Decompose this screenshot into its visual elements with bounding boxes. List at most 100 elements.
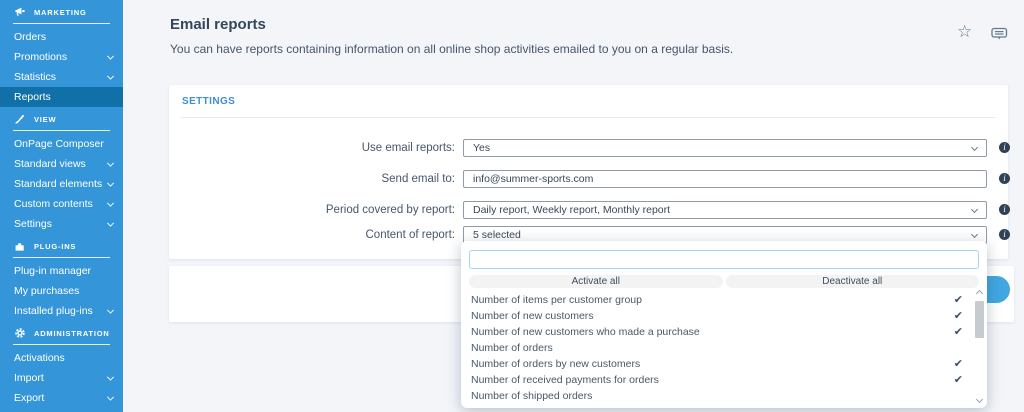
form-row: Send email to: [169,170,1010,188]
dropdown-option-label: Number of shipped orders [471,390,593,402]
form-row: Use email reports: Yes [169,139,1010,157]
sidebar-item-export[interactable]: Export [0,388,123,408]
sidebar-item-custom-contents[interactable]: Custom contents [0,194,123,214]
select-field-use-email-reports[interactable]: Yes [463,139,987,157]
paintbrush-icon [13,113,26,125]
sidebar-item-promotions[interactable]: Promotions [0,47,123,67]
dropdown-option[interactable]: Number of items per customer group ✔ [461,292,971,308]
select-value: Yes [473,142,491,154]
checkmark-icon: ✔ [953,310,963,322]
dropdown-option[interactable]: Number of orders by new customers ✔ [461,356,971,372]
main-content: Email reports You can have reports conta… [123,0,1024,412]
sidebar-item-label: Standard views [14,158,86,170]
sidebar-item-label: Installed plug-ins [14,305,93,317]
sidebar: MARKETING Orders Promotions Statistics Repo… [0,0,123,412]
page-title: Email reports [170,16,266,33]
sidebar-section-header: ADMINISTRATION [13,327,110,345]
checkmark-icon: ✔ [953,374,963,386]
chevron-down-icon [106,52,115,60]
chevron-down-icon [106,219,115,227]
field-label: Content of report: [365,229,456,241]
sidebar-item-label: Activations [14,352,65,364]
checkmark-icon: ✔ [953,358,963,370]
chevron-down-icon [106,72,115,80]
info-icon[interactable] [999,229,1010,240]
divider [181,117,996,118]
sidebar-item-label: Orders [14,31,47,43]
megaphone-icon [13,6,26,18]
settings-panel-title: SETTINGS [182,96,236,107]
sidebar-item-orders[interactable]: Orders [0,27,123,47]
scroll-up-icon[interactable] [975,289,984,298]
content-of-report-dropdown: Activate all Deactivate all Number of it… [461,241,987,408]
sidebar-item-label: Plug-in manager [14,265,92,277]
sidebar-section: VIEW OnPage Composer Standard views Standa… [0,113,123,234]
sidebar-item-onpage-composer[interactable]: OnPage Composer [0,134,123,154]
sidebar-item-label: Import [14,372,44,384]
puzzle-icon [13,240,26,252]
form-row: Period covered by report: Daily report, … [169,201,1010,219]
dropdown-option-label: Number of received payments for orders [471,374,659,386]
chevron-down-icon [106,373,115,381]
sidebar-item-activations[interactable]: Activations [0,348,123,368]
sidebar-item-import[interactable]: Import [0,368,123,388]
sidebar-item-label: Custom contents [14,198,93,210]
dropdown-option[interactable]: Number of orders [461,340,971,356]
sidebar-section-label: MARKETING [34,7,87,17]
sidebar-item-installed-plug-ins[interactable]: Installed plug-ins [0,301,123,321]
dropdown-option[interactable]: Number of new customers who made a purch… [461,324,971,340]
dropdown-option-label: Number of orders [471,342,553,354]
scroll-down-icon[interactable] [975,395,984,404]
sidebar-item-plug-in-manager[interactable]: Plug-in manager [0,261,123,281]
sidebar-item-label: Statistics [14,71,57,83]
dropdown-option[interactable]: Number of shipped orders [461,388,971,404]
email-field[interactable] [463,170,987,188]
sidebar-item-settings[interactable]: Settings [0,214,123,234]
chevron-down-icon [106,393,115,401]
select-value: Daily report, Weekly report, Monthly rep… [473,204,671,216]
chevron-down-icon [106,306,115,314]
favorite-star-icon[interactable]: ☆ [957,22,972,42]
sidebar-item-label: Export [14,392,45,404]
checkmark-icon: ✔ [953,294,963,306]
chevron-down-icon [970,143,979,152]
info-icon[interactable] [999,173,1010,184]
scrollbar-thumb[interactable] [975,301,984,338]
dropdown-option[interactable]: Number of new customers ✔ [461,308,971,324]
sidebar-section-label: VIEW [34,114,57,124]
sidebar-section: ADMINISTRATION Activations Import Export Pa… [0,327,123,412]
chevron-down-icon [106,199,115,207]
field-label: Period covered by report: [325,204,455,216]
sidebar-item-standard-elements[interactable]: Standard elements [0,174,123,194]
sidebar-item-label: Reports [14,91,51,103]
sidebar-item-statistics[interactable]: Statistics [0,67,123,87]
dropdown-option-label: Number of new customers who made a purch… [471,326,700,338]
sidebar-item-label: Standard elements [14,178,103,190]
sidebar-section-header: MARKETING [13,6,110,24]
sidebar-item-label: OnPage Composer [14,138,104,150]
settings-panel: SETTINGS Use email reports: Yes Send ema… [169,85,1010,259]
sidebar-item-reports[interactable]: Reports [0,87,123,107]
field-label: Send email to: [381,173,455,185]
dropdown-option[interactable]: Number of received payments for orders ✔ [461,372,971,388]
page-description: You can have reports containing informat… [170,42,734,56]
sidebar-section-label: ADMINISTRATION [34,328,110,338]
dropdown-search-input[interactable] [469,250,979,269]
select-field-period-covered-by-report[interactable]: Daily report, Weekly report, Monthly rep… [463,201,987,219]
sidebar-section: MARKETING Orders Promotions Statistics Repo… [0,6,123,107]
chevron-down-icon [970,230,979,239]
sidebar-item-my-purchases[interactable]: My purchases [0,281,123,301]
sidebar-section-header: PLUG-INS [13,240,110,258]
sidebar-item-standard-views[interactable]: Standard views [0,154,123,174]
dropdown-option-label: Number of items per customer group [471,294,642,306]
deactivate-all-button[interactable]: Deactivate all [725,275,979,288]
dropdown-scrollbar [975,289,984,404]
dropdown-option-label: Number of orders by new customers [471,358,641,370]
comment-icon[interactable] [991,27,1008,46]
activate-all-button[interactable]: Activate all [469,275,723,288]
sidebar-item-payment-methods[interactable]: Payment methods [0,408,123,412]
info-icon[interactable] [999,204,1010,215]
select-value: 5 selected [473,229,521,241]
sidebar-item-label: Promotions [14,51,68,63]
info-icon[interactable] [999,142,1010,153]
